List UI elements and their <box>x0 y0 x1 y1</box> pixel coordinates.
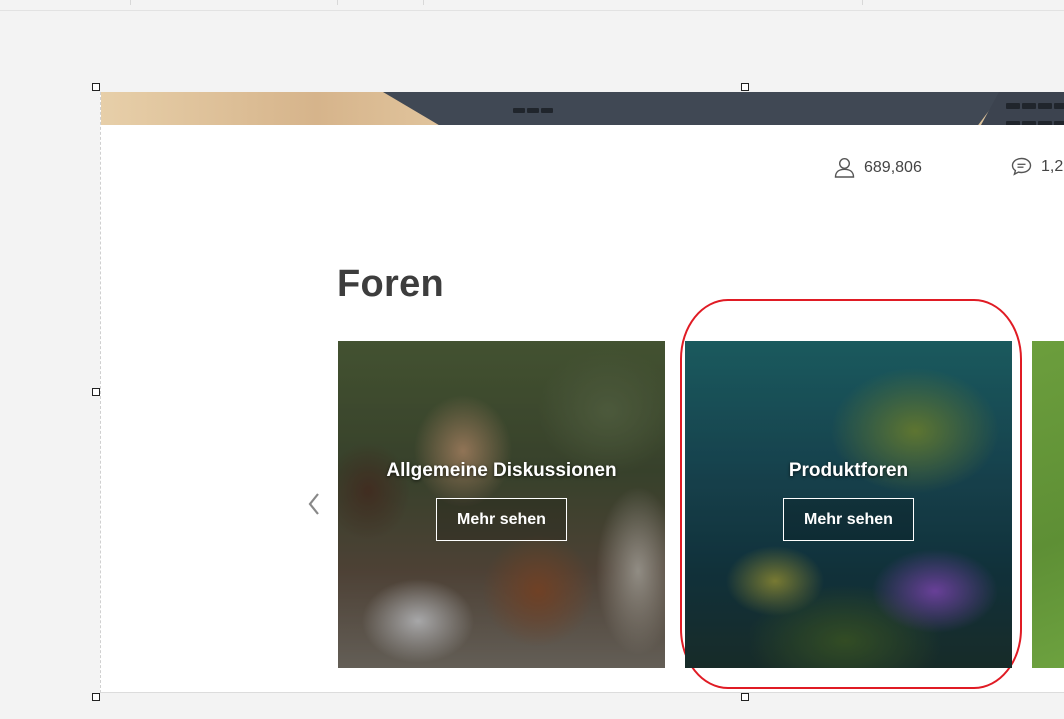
resize-handle-left[interactable] <box>92 388 100 396</box>
mehr-sehen-button[interactable]: Mehr sehen <box>783 498 914 541</box>
forum-card-general[interactable]: Allgemeine Diskussionen Mehr sehen <box>338 341 665 668</box>
toolbar-separator <box>130 0 131 5</box>
keyboard-keys <box>513 102 555 125</box>
resize-handle-top-left[interactable] <box>92 83 100 91</box>
posts-count: 1,2 <box>1041 157 1064 175</box>
forum-card-products[interactable]: Produktforen Mehr sehen <box>685 341 1012 668</box>
toolbar-separator <box>337 0 338 5</box>
keyboard-keys <box>1006 98 1064 125</box>
resize-handle-bottom[interactable] <box>741 693 749 701</box>
chevron-left-icon <box>308 493 319 515</box>
page-frame[interactable]: 689,806 1,2 Foren Allgemeine Diskussione… <box>100 92 1064 693</box>
top-toolbar <box>0 0 1064 11</box>
members-count: 689,806 <box>864 158 922 176</box>
resize-handle-bottom-left[interactable] <box>92 693 100 701</box>
members-stat: 689,806 <box>834 157 922 178</box>
laptop-image-part <box>383 92 1003 125</box>
section-title: Foren <box>337 263 445 305</box>
mehr-sehen-button[interactable]: Mehr sehen <box>436 498 567 541</box>
toolbar-separator <box>862 0 863 5</box>
forum-card-next-partial[interactable] <box>1032 341 1064 668</box>
forum-card-title: Allgemeine Diskussionen <box>386 460 617 481</box>
posts-stat: 1,2 <box>1011 157 1063 176</box>
resize-handle-top[interactable] <box>741 83 749 91</box>
user-icon <box>834 157 855 178</box>
carousel-prev-button[interactable] <box>304 490 324 518</box>
hero-banner-image <box>101 92 1064 125</box>
speech-bubble-icon <box>1011 157 1032 176</box>
toolbar-separator <box>423 0 424 5</box>
forum-card-title: Produktforen <box>788 460 909 481</box>
